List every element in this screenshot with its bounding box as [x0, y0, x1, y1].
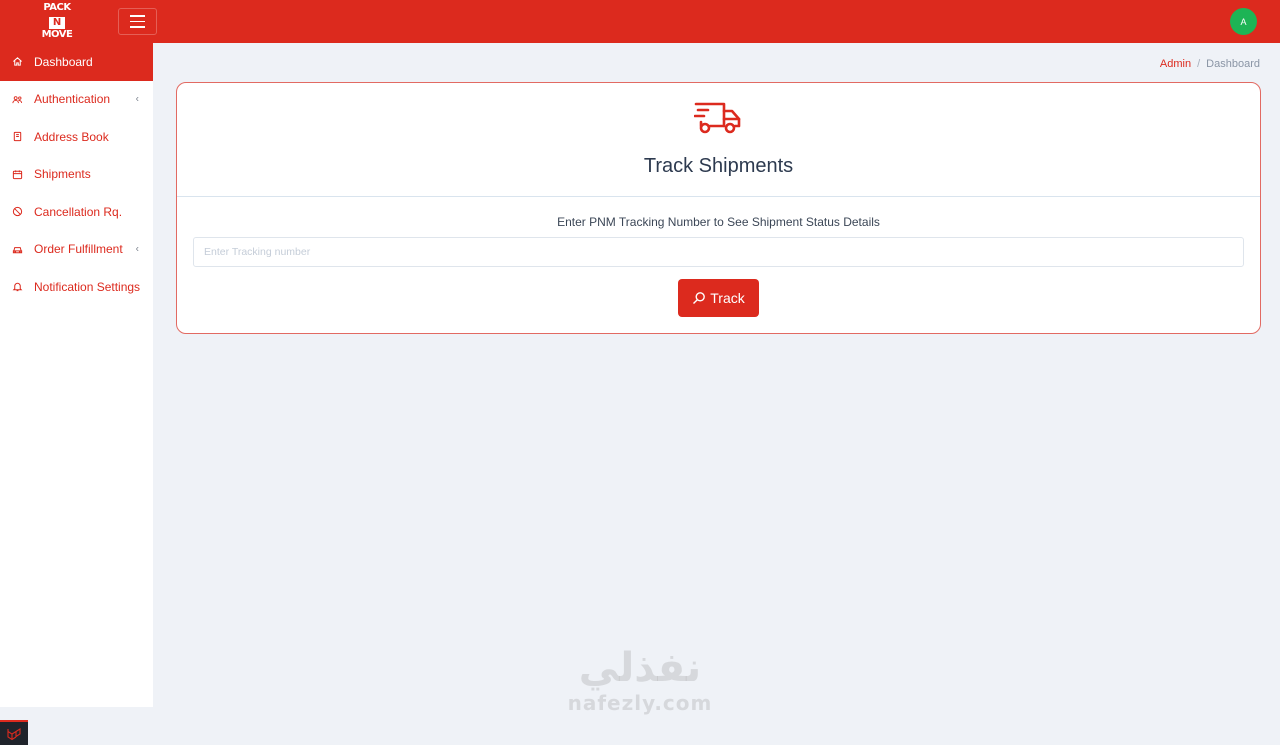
sidebar-item-label: Address Book — [34, 129, 109, 144]
hamburger-icon-bar — [130, 20, 145, 23]
sidebar-item-notification-settings[interactable]: Notification Settings — [0, 268, 153, 306]
logo-text-top: PACK — [43, 2, 71, 13]
framework-logo-icon[interactable] — [0, 720, 28, 745]
sidebar-item-label: Cancellation Rq. — [34, 204, 123, 219]
brand-logo[interactable]: PACK N MOVE — [40, 2, 74, 41]
sidebar-item-authentication[interactable]: Authentication ‹ — [0, 81, 153, 119]
sidebar-item-label: Dashboard — [34, 54, 93, 69]
breadcrumb-separator: / — [1197, 58, 1201, 70]
tracking-hint-text: Enter PNM Tracking Number to See Shipmen… — [557, 215, 880, 229]
ban-icon — [11, 206, 23, 218]
card-header: Track Shipments — [177, 83, 1260, 197]
users-icon — [11, 93, 23, 105]
menu-toggle-button[interactable] — [118, 8, 157, 35]
card-body: Enter PNM Tracking Number to See Shipmen… — [177, 197, 1260, 333]
truck-icon — [694, 102, 741, 134]
sidebar-item-label: Order Fulfillment — [34, 242, 123, 257]
watermark-latin: nafezly.com — [567, 691, 713, 715]
sidebar-item-label: Shipments — [34, 167, 91, 182]
logo-text-middle: N — [48, 17, 66, 29]
home-icon — [11, 56, 23, 68]
chevron-left-icon: ‹ — [135, 243, 139, 255]
top-navbar: PACK N MOVE A — [0, 0, 1280, 43]
page-title: Track Shipments — [643, 155, 794, 177]
breadcrumb-admin-link[interactable]: Admin — [1160, 58, 1191, 70]
tracking-number-input[interactable] — [193, 237, 1244, 267]
breadcrumb-current: Dashboard — [1206, 58, 1260, 70]
sidebar-item-label: Authentication — [34, 92, 111, 107]
sidebar: Dashboard Authentication ‹ Address Book … — [0, 43, 153, 707]
search-icon — [693, 292, 706, 304]
sidebar-item-order-fulfillment[interactable]: Order Fulfillment ‹ — [0, 231, 153, 269]
watermark-arabic: نفذلي — [578, 645, 702, 691]
track-button[interactable]: Track — [678, 279, 759, 317]
hamburger-icon-bar — [130, 15, 145, 17]
track-shipments-card: Track Shipments Enter PNM Tracking Numbe… — [176, 82, 1261, 334]
sidebar-item-dashboard[interactable]: Dashboard — [0, 43, 153, 81]
sidebar-item-label: Notification Settings — [34, 279, 141, 294]
sidebar-item-cancellation[interactable]: Cancellation Rq. — [0, 193, 153, 231]
user-avatar[interactable]: A — [1230, 8, 1257, 35]
track-button-label: Track — [710, 290, 745, 306]
watermark: نفذلي nafezly.com — [560, 645, 720, 715]
chevron-left-icon: ‹ — [135, 93, 139, 105]
book-icon — [11, 131, 23, 143]
breadcrumb: Admin / Dashboard — [1160, 58, 1260, 70]
hamburger-icon-bar — [130, 26, 145, 28]
car-icon — [11, 243, 23, 255]
sidebar-item-shipments[interactable]: Shipments — [0, 156, 153, 194]
logo-text-bottom: MOVE — [41, 29, 73, 40]
sidebar-item-address-book[interactable]: Address Book — [0, 118, 153, 156]
calendar-icon — [11, 168, 23, 180]
bell-icon — [11, 281, 23, 293]
